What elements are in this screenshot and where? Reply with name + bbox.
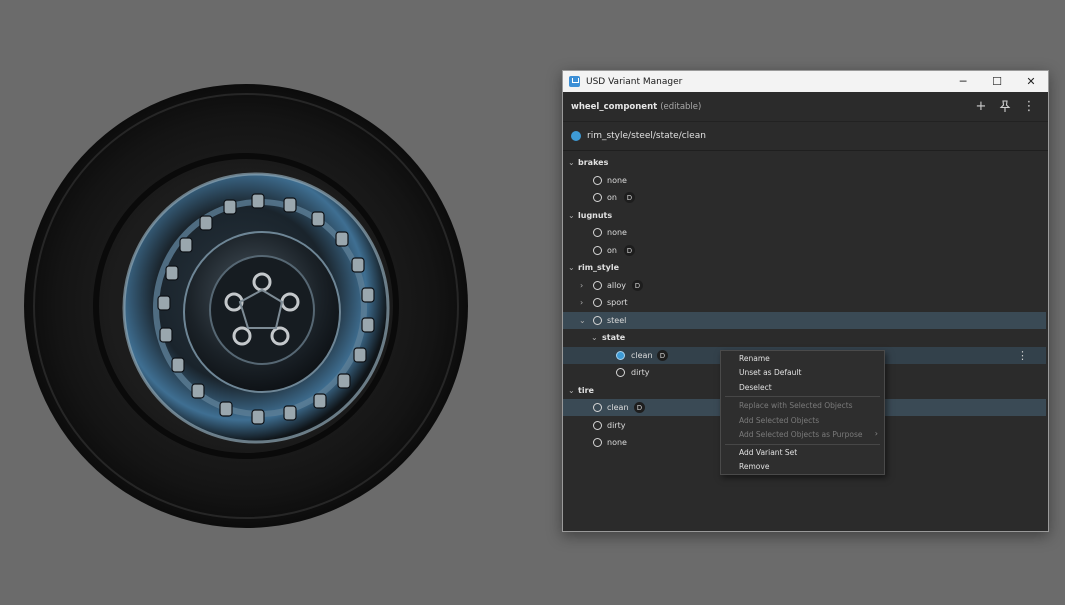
variant-label: none — [607, 438, 627, 447]
radio-icon[interactable] — [593, 281, 602, 290]
set-label: state — [602, 333, 626, 342]
radio-icon[interactable] — [593, 421, 602, 430]
collapse-chevron-icon[interactable]: › — [580, 298, 583, 307]
close-button[interactable]: ✕ — [1014, 71, 1048, 92]
variant-brakes-none[interactable]: none — [563, 172, 1046, 189]
title-bar[interactable]: USD Variant Manager ─ ☐ ✕ — [563, 71, 1048, 92]
submenu-arrow-icon: › — [874, 429, 878, 438]
radio-icon[interactable] — [593, 193, 602, 202]
radio-icon[interactable] — [593, 246, 602, 255]
current-variant-path: rim_style/steel/state/clean — [563, 122, 1048, 151]
menu-add-variant-set[interactable]: Add Variant Set — [739, 448, 797, 457]
window-title: USD Variant Manager — [586, 76, 683, 87]
variant-label: sport — [607, 298, 628, 307]
minimize-button[interactable]: ─ — [946, 71, 980, 92]
variant-label: steel — [607, 316, 627, 325]
variant-brakes-on[interactable]: on D — [563, 189, 1046, 206]
variant-label: clean — [631, 351, 653, 360]
menu-remove[interactable]: Remove — [739, 462, 769, 471]
default-badge: D — [624, 192, 635, 203]
menu-unset-default[interactable]: Unset as Default — [739, 368, 801, 377]
variant-set-brakes[interactable]: ⌄ brakes — [563, 154, 1046, 171]
component-name: wheel_component — [571, 101, 658, 112]
expand-chevron-icon[interactable]: ⌄ — [568, 211, 575, 220]
radio-icon[interactable] — [593, 176, 602, 185]
more-menu-icon[interactable]: ⋮ — [1022, 98, 1036, 114]
expand-chevron-icon[interactable]: ⌄ — [568, 386, 575, 395]
variant-set-state[interactable]: ⌄ state — [563, 329, 1046, 346]
menu-deselect[interactable]: Deselect — [739, 383, 772, 392]
set-label: brakes — [578, 158, 609, 167]
maximize-button[interactable]: ☐ — [980, 71, 1014, 92]
app-icon — [569, 76, 580, 87]
menu-add-selected: Add Selected Objects — [739, 416, 820, 425]
menu-replace-selected: Replace with Selected Objects — [739, 401, 853, 410]
variant-label: clean — [607, 403, 629, 412]
toolbar: wheel_component (editable) + ⋮ — [563, 92, 1048, 122]
variant-label: alloy — [607, 281, 626, 290]
editable-tag: (editable) — [660, 101, 702, 112]
menu-separator — [725, 396, 880, 397]
variant-label: none — [607, 176, 627, 185]
variant-rim-steel[interactable]: ⌄ steel — [563, 312, 1046, 329]
expand-chevron-icon[interactable]: ⌄ — [568, 158, 575, 167]
radio-selected-icon[interactable] — [616, 351, 625, 360]
expand-chevron-icon[interactable]: ⌄ — [568, 263, 575, 272]
default-badge: D — [657, 350, 668, 361]
variant-set-rim-style[interactable]: ⌄ rim_style — [563, 259, 1046, 276]
variant-label: dirty — [631, 368, 650, 377]
default-badge: D — [624, 245, 635, 256]
radio-icon[interactable] — [593, 228, 602, 237]
default-badge: D — [632, 280, 643, 291]
set-label: lugnuts — [578, 211, 613, 220]
wheel-render — [24, 84, 468, 528]
add-icon[interactable]: + — [974, 98, 988, 114]
radio-icon[interactable] — [593, 298, 602, 307]
menu-separator — [725, 444, 880, 445]
default-badge: D — [634, 402, 645, 413]
variant-label: on — [607, 246, 617, 255]
expand-chevron-icon[interactable]: ⌄ — [591, 333, 598, 342]
radio-icon[interactable] — [593, 438, 602, 447]
menu-rename[interactable]: Rename — [739, 354, 770, 363]
variant-rim-alloy[interactable]: › alloy D — [563, 277, 1046, 294]
variant-label: none — [607, 228, 627, 237]
variant-rim-sport[interactable]: › sport — [563, 294, 1046, 311]
pin-icon[interactable] — [998, 98, 1012, 114]
row-more-icon[interactable]: ⋮ — [1017, 349, 1028, 362]
context-menu: Rename Unset as Default Deselect Replace… — [720, 350, 885, 475]
radio-icon[interactable] — [593, 316, 602, 325]
variant-label: on — [607, 193, 617, 202]
variant-label: dirty — [607, 421, 626, 430]
variant-lugnuts-on[interactable]: on D — [563, 242, 1046, 259]
menu-add-selected-purpose: Add Selected Objects as Purpose — [739, 430, 863, 439]
selection-dot-icon — [571, 131, 581, 141]
variant-lugnuts-none[interactable]: none — [563, 224, 1046, 241]
variant-set-lugnuts[interactable]: ⌄ lugnuts — [563, 207, 1046, 224]
radio-icon[interactable] — [616, 368, 625, 377]
radio-icon[interactable] — [593, 403, 602, 412]
expand-chevron-icon[interactable]: ⌄ — [579, 316, 586, 325]
path-text: rim_style/steel/state/clean — [587, 131, 706, 141]
set-label: rim_style — [578, 263, 619, 272]
set-label: tire — [578, 386, 594, 395]
collapse-chevron-icon[interactable]: › — [580, 281, 583, 290]
